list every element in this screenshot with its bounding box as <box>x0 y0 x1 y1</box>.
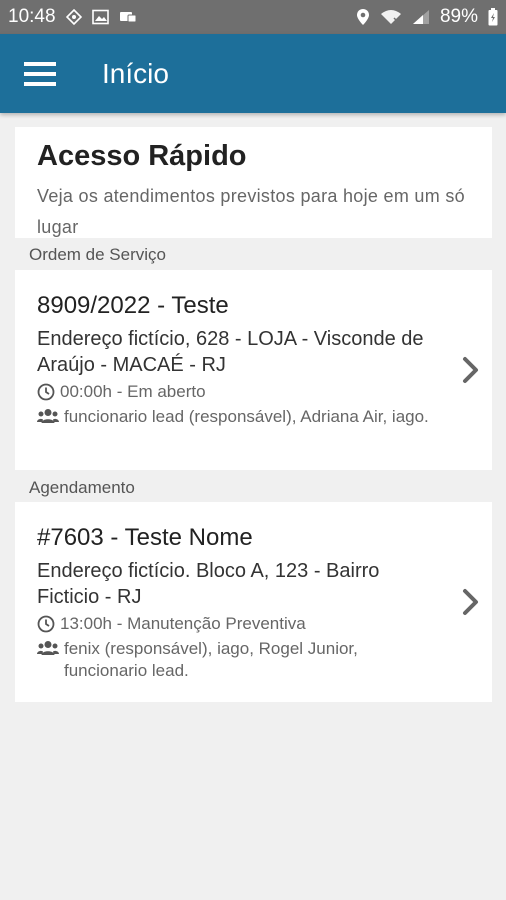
battery-charging-icon <box>488 8 498 26</box>
scheduling-time-status: 13:00h - Manutenção Preventiva <box>60 614 306 633</box>
app-bar: Início <box>0 34 506 113</box>
location-notification-icon <box>65 9 82 25</box>
page-title: Início <box>102 57 169 89</box>
signal-icon <box>412 10 429 24</box>
chevron-right-icon <box>463 589 478 615</box>
chevron-right-icon <box>463 357 478 383</box>
status-right: 89% <box>356 6 498 28</box>
image-notification-icon <box>91 9 109 25</box>
scheduling-time-row: 13:00h - Manutenção Preventiva <box>37 613 437 635</box>
service-order-people-row: funcionario lead (responsável), Adriana … <box>37 406 437 428</box>
people-icon <box>37 409 59 423</box>
status-left: 10:48 <box>8 6 137 28</box>
quick-access-description: Veja os atendimentos previstos para hoje… <box>37 186 465 237</box>
service-order-people: funcionario lead (responsável), Adriana … <box>64 407 429 426</box>
service-order-address: Endereço fictício, 628 - LOJA - Visconde… <box>37 328 424 376</box>
people-icon <box>37 641 59 655</box>
service-order-title: 8909/2022 - Teste <box>37 292 229 319</box>
wifi-icon <box>380 10 401 25</box>
scheduling-people-row: fenix (responsável), iago, Rogel Junior,… <box>37 638 437 682</box>
hamburger-menu-icon <box>24 61 56 86</box>
scheduling-address: Endereço fictício. Bloco A, 123 - Bairro… <box>37 560 380 608</box>
quick-access-title: Acesso Rápido <box>37 140 247 172</box>
menu-button[interactable] <box>0 34 80 113</box>
location-icon <box>356 9 369 25</box>
section-label-scheduling: Agendamento <box>29 478 135 497</box>
service-order-time-status: 00:00h - Em aberto <box>60 382 206 401</box>
scheduling-people: fenix (responsável), iago, Rogel Junior,… <box>64 639 358 680</box>
section-label-service-order: Ordem de Serviço <box>29 245 166 264</box>
quick-access-card: Acesso Rápido Veja os atendimentos previ… <box>15 127 492 238</box>
status-time: 10:48 <box>8 6 56 27</box>
service-order-item[interactable]: 8909/2022 - Teste Endereço fictício, 628… <box>15 270 492 470</box>
clock-icon <box>37 615 55 633</box>
clock-icon <box>37 383 55 401</box>
app-notification-icon <box>119 12 137 23</box>
scheduling-title: #7603 - Teste Nome <box>37 524 253 551</box>
service-order-time-row: 00:00h - Em aberto <box>37 381 437 403</box>
scheduling-item[interactable]: #7603 - Teste Nome Endereço fictício. Bl… <box>15 502 492 702</box>
status-bar: 10:48 89% <box>0 0 506 34</box>
battery-percent: 89% <box>439 6 478 27</box>
